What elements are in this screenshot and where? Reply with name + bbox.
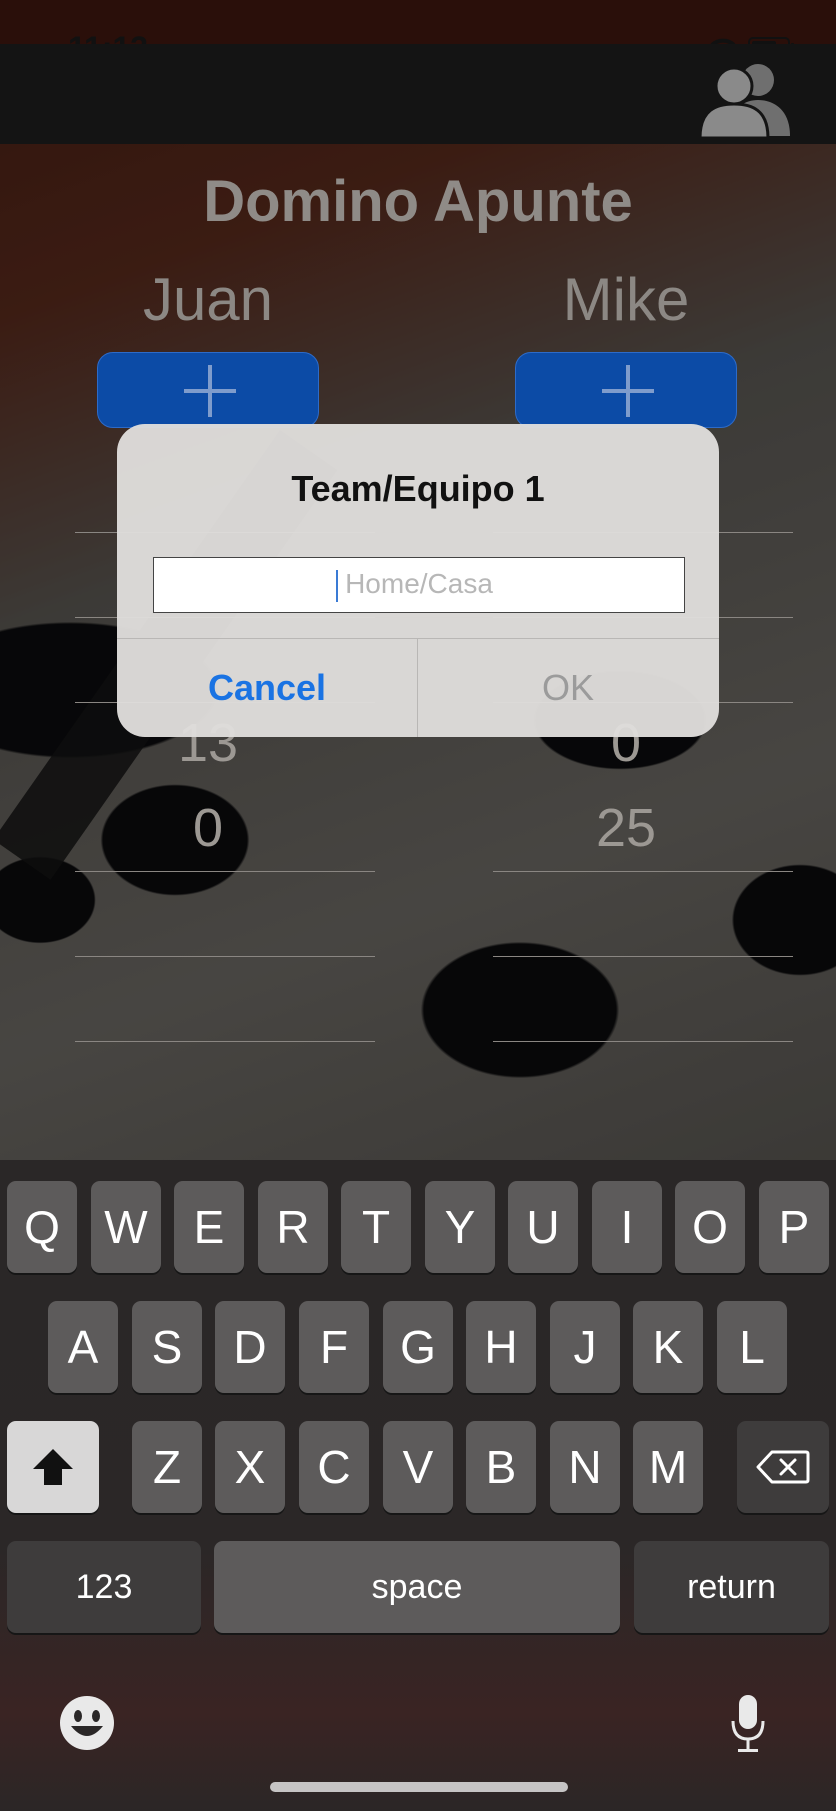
player-name-right: Mike <box>562 266 690 333</box>
score-row-divider <box>75 956 375 957</box>
key-r[interactable]: R <box>258 1181 328 1273</box>
emoji-icon[interactable] <box>58 1694 116 1752</box>
score-right-2: 25 <box>595 798 657 858</box>
key-x[interactable]: X <box>215 1421 285 1513</box>
score-row-divider <box>75 871 375 872</box>
plus-icon-vertical <box>626 365 630 417</box>
app-title: Domino Apunte <box>203 169 633 234</box>
key-m[interactable]: M <box>633 1421 703 1513</box>
key-e[interactable]: E <box>174 1181 244 1273</box>
key-t[interactable]: T <box>341 1181 411 1273</box>
group-icon[interactable] <box>694 58 798 138</box>
score-row-divider <box>493 871 793 872</box>
delete-key[interactable] <box>737 1421 829 1513</box>
key-l[interactable]: L <box>717 1301 787 1393</box>
backspace-icon <box>756 1450 810 1484</box>
shift-icon <box>33 1449 73 1485</box>
key-b[interactable]: B <box>466 1421 536 1513</box>
team-name-dialog: Team/Equipo 1 Home/Casa Cancel OK <box>117 424 719 737</box>
key-p[interactable]: P <box>759 1181 829 1273</box>
numbers-key[interactable]: 123 <box>7 1541 201 1633</box>
space-key[interactable]: space <box>214 1541 620 1633</box>
key-g[interactable]: G <box>383 1301 453 1393</box>
key-f[interactable]: F <box>299 1301 369 1393</box>
score-row-divider <box>493 956 793 957</box>
key-n[interactable]: N <box>550 1421 620 1513</box>
shift-key[interactable] <box>7 1421 99 1513</box>
key-a[interactable]: A <box>48 1301 118 1393</box>
key-w[interactable]: W <box>91 1181 161 1273</box>
key-q[interactable]: Q <box>7 1181 77 1273</box>
key-s[interactable]: S <box>132 1301 202 1393</box>
player-name-left: Juan <box>142 266 274 333</box>
key-o[interactable]: O <box>675 1181 745 1273</box>
cancel-button[interactable]: Cancel <box>117 638 417 737</box>
score-row-divider <box>75 1041 375 1042</box>
key-z[interactable]: Z <box>132 1421 202 1513</box>
key-j[interactable]: J <box>550 1301 620 1393</box>
key-k[interactable]: K <box>633 1301 703 1393</box>
score-row-divider <box>493 1041 793 1042</box>
input-placeholder: Home/Casa <box>345 568 493 599</box>
status-bar: 11:13 <box>0 0 836 66</box>
home-indicator[interactable] <box>270 1782 568 1792</box>
key-i[interactable]: I <box>592 1181 662 1273</box>
add-points-button-left[interactable] <box>97 352 319 428</box>
key-v[interactable]: V <box>383 1421 453 1513</box>
microphone-icon[interactable] <box>730 1693 766 1755</box>
dialog-title: Team/Equipo 1 <box>291 468 545 509</box>
ok-button[interactable]: OK <box>418 638 718 737</box>
team-name-input[interactable]: Home/Casa <box>153 557 685 613</box>
add-points-button-right[interactable] <box>515 352 737 428</box>
key-y[interactable]: Y <box>425 1181 495 1273</box>
key-h[interactable]: H <box>466 1301 536 1393</box>
score-left-2: 0 <box>192 798 224 858</box>
navigation-bar <box>0 44 836 144</box>
plus-icon-vertical <box>208 365 212 417</box>
key-c[interactable]: C <box>299 1421 369 1513</box>
key-u[interactable]: U <box>508 1181 578 1273</box>
key-d[interactable]: D <box>215 1301 285 1393</box>
return-key[interactable]: return <box>634 1541 829 1633</box>
